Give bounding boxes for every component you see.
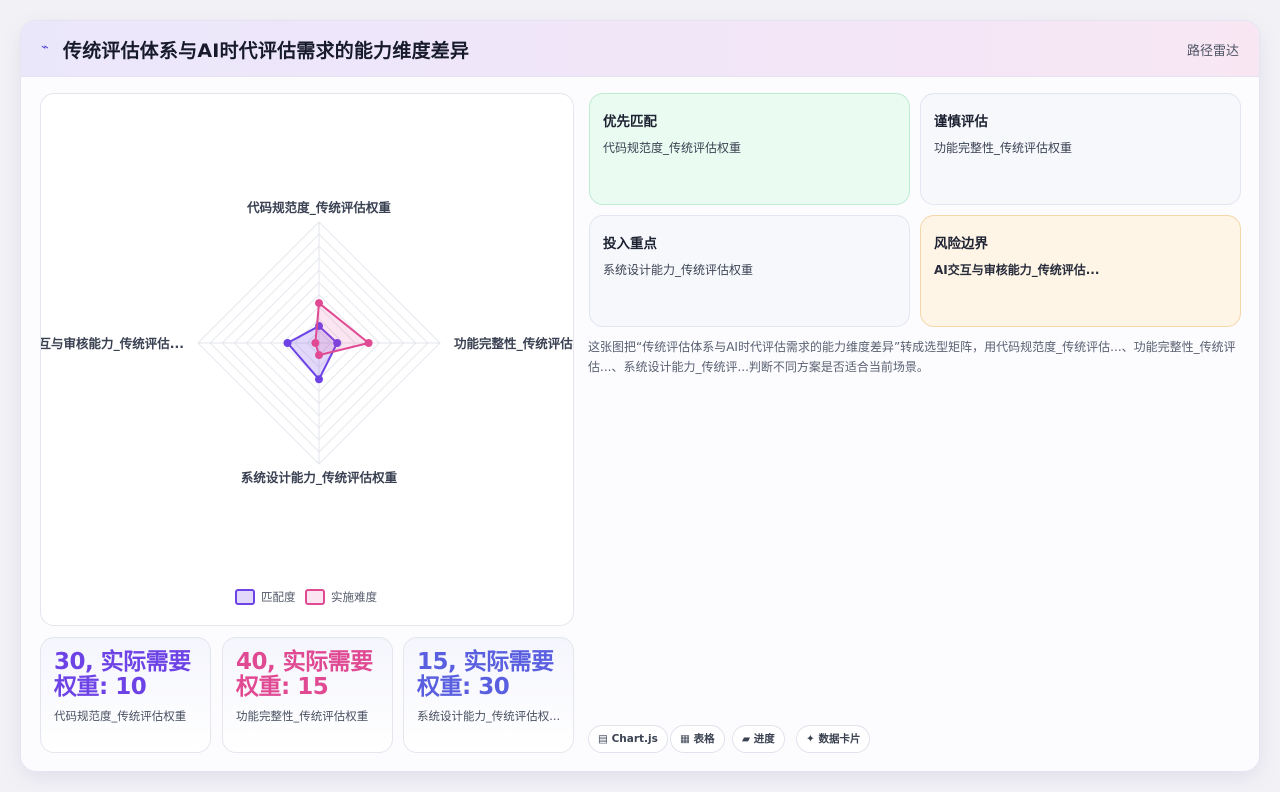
rec-card-investment-focus[interactable]: 投入重点 系统设计能力_传统评估权重 xyxy=(589,215,910,327)
chart-icon: ▤ xyxy=(598,733,608,745)
kpi-card-1: 30, 实际需要权重: 10 代码规范度_传统评估权重 xyxy=(40,637,211,753)
radar-axis-label: 代码规范度_传统评估权重 xyxy=(246,200,391,216)
kpi-label: 功能完整性_传统评估权重 xyxy=(236,709,369,723)
trend-icon: ⌁ xyxy=(41,40,49,55)
kpi-card-2: 40, 实际需要权重: 15 功能完整性_传统评估权重 xyxy=(222,637,393,753)
rec-title: 谨慎评估 xyxy=(934,114,988,130)
chip-label: 表格 xyxy=(693,733,715,745)
rec-title: 投入重点 xyxy=(603,236,657,252)
legend-label[interactable]: 实施难度 xyxy=(331,590,377,604)
radar-point[interactable] xyxy=(311,339,320,347)
kpi-label: 系统设计能力_传统评估权... xyxy=(417,709,561,723)
radar-axis-label: 功能完整性_传统评估权重 xyxy=(454,336,574,352)
rec-detail: AI交互与审核能力_传统评估... xyxy=(934,263,1100,277)
app-window: ⌁ 传统评估体系与AI时代评估需求的能力维度差异 路径雷达 代码规范度_传统评估… xyxy=(20,20,1260,772)
radar-chart: 代码规范度_传统评估权重功能完整性_传统评估权重系统设计能力_传统评估权重 AI交… xyxy=(41,200,574,605)
rec-detail: 系统设计能力_传统评估权重 xyxy=(603,263,754,277)
chip-chartjs[interactable]: ▤ Chart.js xyxy=(588,725,668,753)
chip-label: Chart.js xyxy=(611,733,658,745)
rec-title: 优先匹配 xyxy=(603,114,657,130)
chip-table[interactable]: ▦ 表格 xyxy=(670,725,725,753)
legend-label[interactable]: 匹配度 xyxy=(261,590,296,604)
radar-chart-card: 代码规范度_传统评估权重功能完整性_传统评估权重系统设计能力_传统评估权重 AI交… xyxy=(40,93,574,626)
sparkle-icon: ✦ xyxy=(806,733,815,745)
chip-label: 数据卡片 xyxy=(818,733,861,745)
rec-card-careful-eval[interactable]: 谨慎评估 功能完整性_传统评估权重 xyxy=(920,93,1241,205)
radar-series-difficulty xyxy=(314,302,370,357)
chart-description: 这张图把“传统评估体系与AI时代评估需求的能力维度差异”转成选型矩阵，用代码规范… xyxy=(588,340,1236,374)
rec-detail: 代码规范度_传统评估权重 xyxy=(603,141,742,155)
radar-point[interactable] xyxy=(315,375,323,384)
rec-detail: 功能完整性_传统评估权重 xyxy=(934,141,1073,155)
chip-data-card[interactable]: ✦ 数据卡片 xyxy=(796,725,871,753)
radar-point[interactable] xyxy=(283,339,292,347)
legend-swatch[interactable] xyxy=(305,589,325,605)
radar-point[interactable] xyxy=(364,339,373,347)
chip-progress[interactable]: ▰ 进度 xyxy=(732,725,785,753)
table-icon: ▦ xyxy=(680,733,690,745)
page-title: 传统评估体系与AI时代评估需求的能力维度差异 xyxy=(63,40,470,62)
rec-title: 风险边界 xyxy=(934,236,988,252)
radar-axis-label: AI交互与审核能力_传统评估... xyxy=(41,336,184,352)
header-bar: ⌁ 传统评估体系与AI时代评估需求的能力维度差异 路径雷达 xyxy=(21,21,1259,77)
kpi-card-3: 15, 实际需要权重: 30 系统设计能力_传统评估权... xyxy=(403,637,574,753)
rec-card-priority-match[interactable]: 优先匹配 代码规范度_传统评估权重 xyxy=(589,93,910,205)
progress-icon: ▰ xyxy=(742,733,751,745)
kpi-value: 15, 实际需要权重: 30 xyxy=(417,649,554,700)
legend-swatch[interactable] xyxy=(235,589,255,605)
view-tag[interactable]: 路径雷达 xyxy=(1187,40,1239,59)
kpi-label: 代码规范度_传统评估权重 xyxy=(54,709,187,723)
rec-card-risk-boundary[interactable]: 风险边界 AI交互与审核能力_传统评估... xyxy=(920,215,1241,327)
chip-label: 进度 xyxy=(753,733,775,745)
radar-point[interactable] xyxy=(315,351,323,360)
kpi-value: 40, 实际需要权重: 15 xyxy=(236,649,373,700)
kpi-value: 30, 实际需要权重: 10 xyxy=(54,649,191,700)
radar-point[interactable] xyxy=(315,299,323,308)
radar-axis-label: 系统设计能力_传统评估权重 xyxy=(241,470,398,486)
